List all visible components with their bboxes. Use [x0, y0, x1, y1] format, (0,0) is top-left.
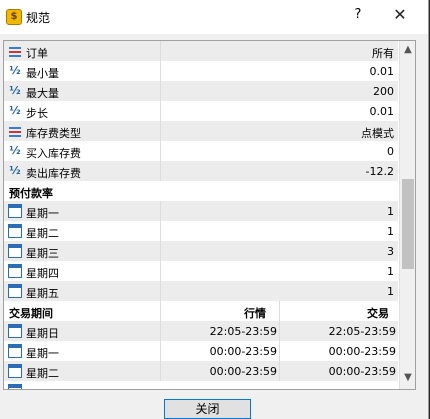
- row-label: 星期二: [26, 367, 59, 380]
- list-item[interactable]: 库存费类型 点模式: [4, 121, 398, 142]
- row-value: 200: [373, 85, 394, 98]
- table-row[interactable]: 星期一 00:00-23:59 00:00-23:59: [4, 341, 398, 362]
- list-item[interactable]: [4, 381, 398, 389]
- help-button[interactable]: ?: [350, 7, 366, 25]
- row-label: 星期二: [26, 227, 59, 240]
- trade-column-header: 交易: [367, 307, 389, 320]
- row-label: 买入库存费: [26, 147, 81, 160]
- row-value: 所有: [372, 47, 394, 60]
- row-label: 星期日: [26, 327, 59, 340]
- list-item[interactable]: ½ 卖出库存费 -12.2: [4, 161, 398, 182]
- calendar-icon: [8, 324, 22, 338]
- calendar-icon: [8, 264, 22, 278]
- list-item[interactable]: ½ 买入库存费 0: [4, 141, 398, 162]
- window-title: 规范: [26, 11, 51, 25]
- title-bar: $ 规范 ? ✕: [0, 0, 428, 34]
- row-label: 星期四: [26, 267, 59, 280]
- calendar-icon: [8, 284, 22, 298]
- section-title: 交易期间: [9, 307, 53, 320]
- list-item[interactable]: 星期二 1: [4, 221, 398, 242]
- calendar-icon: [8, 224, 22, 238]
- app-icon: $: [6, 9, 22, 25]
- trade-time: 00:00-23:59: [328, 365, 396, 378]
- table-row[interactable]: 星期日 22:05-23:59 22:05-23:59: [4, 321, 398, 342]
- row-label: 步长: [26, 107, 48, 120]
- quotes-column-header: 行情: [244, 307, 266, 320]
- lines-icon: [8, 124, 22, 138]
- calendar-icon: [8, 384, 22, 389]
- quotes-time: 00:00-23:59: [209, 365, 277, 378]
- list-item[interactable]: ½ 最大量 200: [4, 81, 398, 102]
- calendar-icon: [8, 364, 22, 378]
- lines-icon: [8, 44, 22, 58]
- specification-dialog: $ 规范 ? ✕ 订单 所有 ½ 最小量 0.01 ½ 最大量 200 ½ 步长: [0, 0, 429, 419]
- half-icon: ½: [9, 84, 21, 97]
- list-item[interactable]: 星期一 1: [4, 201, 398, 222]
- calendar-icon: [8, 344, 22, 358]
- half-icon: ½: [9, 164, 21, 177]
- calendar-icon: [8, 204, 22, 218]
- sessions-section-header: 交易期间 行情 交易: [4, 301, 398, 322]
- row-value: 1: [387, 205, 394, 218]
- section-title: 预付款率: [9, 187, 53, 200]
- table-row[interactable]: 星期二 00:00-23:59 00:00-23:59: [4, 361, 398, 382]
- trade-time: 22:05-23:59: [328, 325, 396, 338]
- quotes-time: 00:00-23:59: [209, 345, 277, 358]
- trade-time: 00:00-23:59: [328, 345, 396, 358]
- row-value: 1: [387, 265, 394, 278]
- list-item[interactable]: ½ 步长 0.01: [4, 101, 398, 122]
- row-value: 1: [387, 225, 394, 238]
- row-label: 库存费类型: [26, 127, 81, 140]
- vertical-scrollbar[interactable]: ▲ ▼: [399, 41, 415, 389]
- row-value: 0: [387, 145, 394, 158]
- list-item[interactable]: ½ 最小量 0.01: [4, 61, 398, 82]
- scroll-down-icon[interactable]: ▼: [402, 372, 414, 384]
- half-icon: ½: [9, 64, 21, 77]
- specification-grid[interactable]: 订单 所有 ½ 最小量 0.01 ½ 最大量 200 ½ 步长 0.01 库存费…: [3, 40, 416, 390]
- half-icon: ½: [9, 104, 21, 117]
- row-label: 星期一: [26, 347, 59, 360]
- row-value: 点模式: [361, 127, 394, 140]
- row-label: 最大量: [26, 87, 59, 100]
- row-label: 星期五: [26, 287, 59, 300]
- list-item[interactable]: 星期四 1: [4, 261, 398, 282]
- row-value: 3: [387, 245, 394, 258]
- row-label: 订单: [26, 47, 48, 60]
- row-value: 1: [387, 285, 394, 298]
- scroll-up-icon[interactable]: ▲: [402, 44, 414, 56]
- row-label: 最小量: [26, 67, 59, 80]
- close-window-button[interactable]: ✕: [391, 5, 409, 25]
- list-item[interactable]: 星期三 3: [4, 241, 398, 262]
- row-label: 星期三: [26, 247, 59, 260]
- row-value: 0.01: [369, 105, 395, 118]
- row-value: -12.2: [365, 165, 394, 178]
- row-label: 星期一: [26, 207, 59, 220]
- half-icon: ½: [9, 144, 21, 157]
- close-button[interactable]: 关闭: [164, 399, 251, 419]
- list-item[interactable]: 星期五 1: [4, 281, 398, 302]
- row-value: 0.01: [369, 65, 395, 78]
- scroll-thumb[interactable]: [402, 179, 414, 269]
- calendar-icon: [8, 244, 22, 258]
- row-label: 卖出库存费: [26, 167, 81, 180]
- quotes-time: 22:05-23:59: [209, 325, 277, 338]
- margin-section-header: 预付款率: [4, 181, 398, 202]
- list-item[interactable]: 订单 所有: [4, 41, 398, 62]
